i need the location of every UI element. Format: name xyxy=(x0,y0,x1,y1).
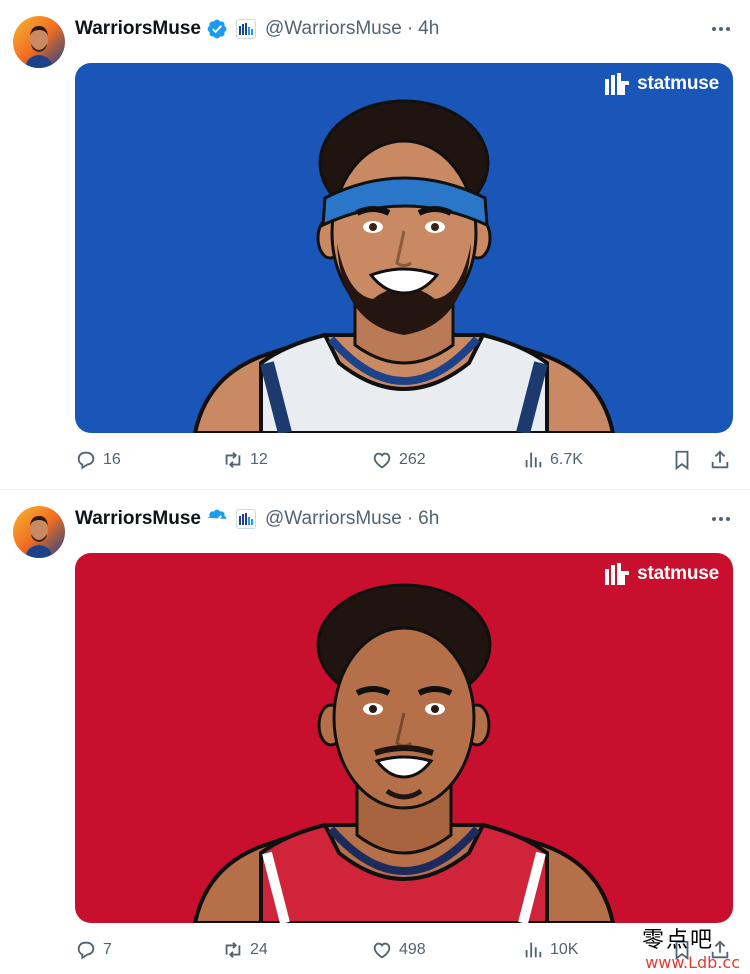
watermark-chinese: 零点吧 xyxy=(641,928,714,953)
share-button[interactable] xyxy=(709,449,731,471)
retweet-button[interactable]: 12 xyxy=(222,449,268,471)
retweet-button[interactable]: 24 xyxy=(222,939,268,961)
separator: · xyxy=(406,508,414,529)
player-illustration xyxy=(192,583,616,923)
tweet[interactable]: WarriorsMuse @WarriorsMuse · 6h statmuse… xyxy=(0,490,750,974)
reply-icon xyxy=(77,451,95,470)
tweet-header: WarriorsMuse @WarriorsMuse · 6h xyxy=(75,506,439,532)
timestamp[interactable]: 4h xyxy=(418,18,439,40)
bookmark-icon xyxy=(675,450,689,471)
retweet-count: 12 xyxy=(250,451,268,468)
tweet[interactable]: WarriorsMuse @WarriorsMuse · 4h statmuse… xyxy=(0,0,750,490)
display-name[interactable]: WarriorsMuse xyxy=(75,18,201,40)
brand-text: statmuse xyxy=(637,563,719,584)
affiliate-badge-icon[interactable] xyxy=(236,509,256,529)
reply-button[interactable]: 7 xyxy=(75,939,112,961)
more-icon[interactable] xyxy=(710,508,732,530)
handle[interactable]: @WarriorsMuse xyxy=(265,18,402,40)
views-count: 10K xyxy=(550,941,579,958)
reply-button[interactable]: 16 xyxy=(75,449,121,471)
retweet-icon xyxy=(225,942,241,958)
brand-text: statmuse xyxy=(637,73,719,94)
verified-badge-icon xyxy=(207,509,227,524)
avatar[interactable] xyxy=(13,16,65,68)
avatar[interactable] xyxy=(13,506,65,558)
like-icon xyxy=(373,452,391,469)
watermark-url: www.Ldb.cc xyxy=(645,953,740,972)
action-bar: 16 12 262 6.7K xyxy=(75,449,740,475)
tweet-media[interactable]: statmuse xyxy=(75,553,733,923)
player-illustration xyxy=(192,99,616,433)
statmuse-logo: statmuse xyxy=(605,563,719,585)
watermark: 零点吧 www.Ldb.cc xyxy=(614,922,744,972)
reply-count: 16 xyxy=(103,451,121,468)
like-button[interactable]: 262 xyxy=(371,449,426,471)
handle[interactable]: @WarriorsMuse xyxy=(265,508,402,530)
tweet-header: WarriorsMuse @WarriorsMuse · 4h xyxy=(75,16,439,42)
tweet-media[interactable]: statmuse xyxy=(75,63,733,433)
retweet-count: 24 xyxy=(250,941,268,958)
timestamp[interactable]: 6h xyxy=(418,508,439,530)
statmuse-mark-icon xyxy=(605,563,630,585)
affiliate-badge-icon[interactable] xyxy=(236,19,256,39)
bookmark-button[interactable] xyxy=(671,449,693,471)
like-button[interactable]: 498 xyxy=(371,939,426,961)
reply-count: 7 xyxy=(103,941,112,958)
reply-icon xyxy=(77,941,95,960)
views-button[interactable]: 10K xyxy=(522,939,578,961)
like-count: 498 xyxy=(399,941,426,958)
views-button[interactable]: 6.7K xyxy=(522,449,583,471)
views-icon xyxy=(525,452,542,468)
views-icon xyxy=(525,942,542,958)
statmuse-mark-icon xyxy=(605,73,630,95)
retweet-icon xyxy=(225,452,241,468)
verified-badge-icon xyxy=(207,19,227,39)
statmuse-logo: statmuse xyxy=(605,73,719,95)
views-count: 6.7K xyxy=(550,451,583,468)
like-icon xyxy=(373,942,391,959)
more-icon[interactable] xyxy=(710,18,732,40)
share-icon xyxy=(711,450,729,469)
like-count: 262 xyxy=(399,451,426,468)
display-name[interactable]: WarriorsMuse xyxy=(75,508,201,530)
separator: · xyxy=(406,18,414,39)
